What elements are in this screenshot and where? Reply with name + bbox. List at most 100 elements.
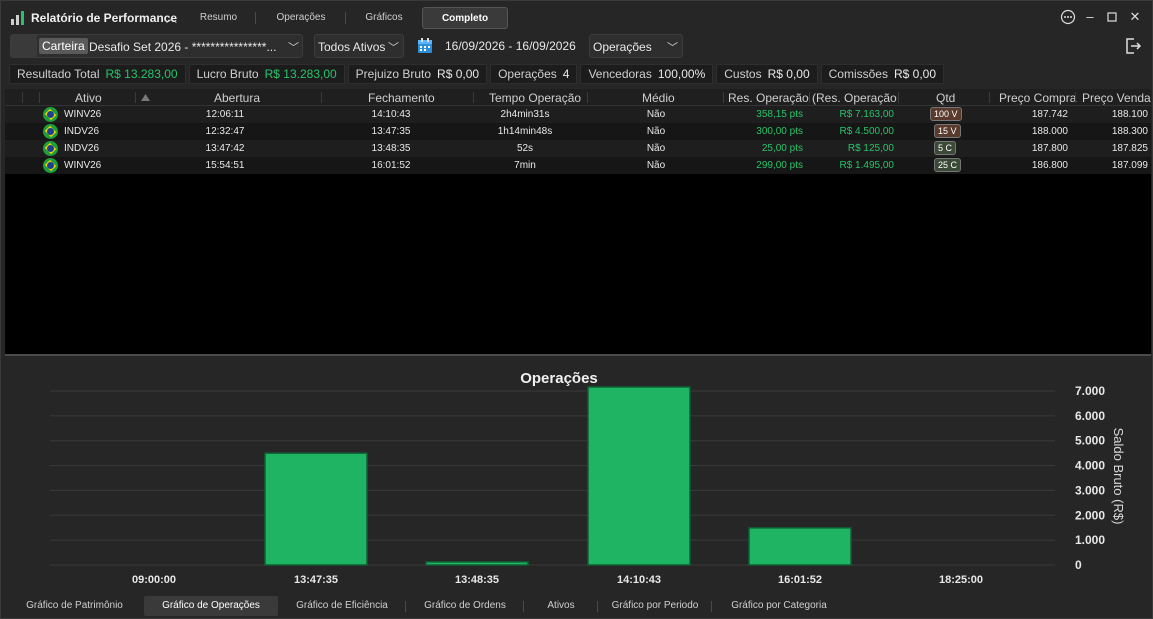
cell-ativo: WINV26 [64,109,102,120]
y-tick-label: 7.000 [1075,384,1105,398]
col-abertura[interactable]: Abertura [214,91,260,105]
cell-res-pts: 299,00 pts [756,160,803,171]
col-preco-venda[interactable]: Preço Venda [1082,91,1151,105]
stat-label: Vencedoras [588,67,652,81]
tab-completo[interactable]: Completo [422,7,508,29]
stat-label: Custos [724,67,762,81]
col-separator [321,92,322,103]
stat-label: Resultado Total [17,67,100,81]
col-separator [723,92,724,103]
bottom-tab-grafico-por-categoria[interactable]: Gráfico por Categoria [712,596,846,616]
chevron-up-icon[interactable]: ︿ [166,10,177,26]
bottom-tab-grafico-de-ordens[interactable]: Gráfico de Ordens [406,596,524,616]
top-tabs: Resumo Operações Gráficos Completo [181,7,508,29]
qtd-badge: 5 C [934,141,957,155]
bottom-tab-grafico-de-eficiencia[interactable]: Gráfico de Eficiência [278,596,406,616]
stat-value: R$ 0,00 [437,67,480,81]
col-separator [809,92,810,103]
col-qtd[interactable]: Qtd [936,91,955,105]
cell-preco-venda: 187.825 [1111,143,1148,154]
y-tick-label: 4.000 [1075,459,1105,473]
y-tick-label: 5.000 [1075,434,1105,448]
col-separator [22,92,23,103]
cell-tempo: 7min [514,160,536,171]
operations-table: Ativo Abertura Fechamento Tempo Operação… [5,89,1151,354]
minimize-icon[interactable]: – [1082,9,1098,25]
bottom-tab-ativos[interactable]: Ativos [524,596,598,616]
stat-comiss-es: Comissões R$ 0,00 [820,64,945,84]
bar-141043 [587,386,691,566]
stat-vencedoras: Vencedoras 100,00% [580,64,714,84]
cell-tempo: 52s [516,143,534,154]
date-range[interactable]: 16/09/2026 - 16/09/2026 [445,39,576,53]
stat-label: Lucro Bruto [196,67,259,81]
col-tempo[interactable]: Tempo Operação [489,91,581,105]
more-options-icon[interactable] [1060,9,1076,25]
cell-res-pts: 25,00 pts [761,143,803,154]
table-row[interactable]: WINV26 15:54:51 16:01:52 7min Não 299,00 pts R… [5,157,1151,174]
stat-value: R$ 13.283,00 [264,67,337,81]
brazil-flag-icon [43,158,58,173]
col-separator [898,92,899,103]
qtd-badge: 15 V [934,124,961,138]
col-fechamento[interactable]: Fechamento [368,91,435,105]
x-tick-label: 18:25:00 [939,574,983,586]
view-select[interactable]: Operações ﹀ [589,34,683,58]
cell-res-pts: 300,00 pts [756,126,803,137]
maximize-icon[interactable] [1104,9,1120,25]
qtd-badge: 100 V [930,107,962,121]
y-tick-label: 6.000 [1075,409,1105,423]
cell-res-brl: R$ 125,00 [847,143,894,154]
col-separator [989,92,990,103]
cell-fechamento: 14:10:43 [371,109,411,120]
close-icon[interactable]: ✕ [1127,9,1143,25]
carteira-value: Desafio Set 2026 - ****************... [89,40,277,54]
stat-value: R$ 0,00 [893,67,937,81]
cell-preco-compra: 187.800 [1031,143,1068,154]
x-tick-label: 09:00:00 [132,574,176,586]
y-axis-label: Saldo Bruto (R$) [1111,428,1126,525]
cell-preco-compra: 187.742 [1031,109,1068,120]
sort-asc-icon[interactable] [141,94,150,101]
stats-bar: Resultado Total R$ 13.283,00 Lucro Bruto R$… [9,64,945,84]
col-separator [587,92,588,103]
tab-graficos[interactable]: Gráficos [346,7,422,29]
export-icon[interactable] [1124,37,1142,55]
col-res-pts[interactable]: Res. Operação ( [728,91,816,105]
calendar-icon[interactable] [417,37,433,54]
cell-res-brl: R$ 1.495,00 [839,160,895,171]
stat-value: 4 [562,67,570,81]
cell-abertura: 12:32:47 [205,126,245,137]
cell-medio: Não [646,143,666,154]
stat-value: R$ 0,00 [767,67,810,81]
col-ativo[interactable]: Ativo [75,91,102,105]
col-medio[interactable]: Médio [642,91,675,105]
stat-label: Comissões [828,67,888,81]
carteira-select[interactable]: Carteira Desafio Set 2026 - ************… [10,34,303,58]
carteira-tag: Carteira [39,38,88,54]
ativos-select[interactable]: Todos Ativos ﹀ [314,34,404,58]
stat-label: Operações [498,67,557,81]
bottom-tab-grafico-por-periodo[interactable]: Gráfico por Periodo [598,596,712,616]
col-res-brl[interactable]: Res. Operação [816,91,897,105]
cell-abertura: 12:06:11 [205,109,245,120]
tab-operacoes[interactable]: Operações [256,7,346,29]
table-row[interactable]: WINV26 12:06:11 14:10:43 2h4min31s Não 358,15… [5,106,1151,123]
cell-preco-venda: 188.300 [1111,126,1148,137]
app-title: Relatório de Performance [31,11,178,25]
col-preco-compra[interactable]: Preço Compra [999,91,1076,105]
bar-134835 [425,561,529,566]
y-tick-label: 1.000 [1075,533,1105,547]
cell-res-pts: 358,15 pts [756,109,803,120]
chart-title: Operações [520,370,598,387]
bottom-tab-grafico-de-patrimonio[interactable]: Gráfico de Patrimônio [5,596,144,616]
bar-chart-logo-icon [11,11,24,25]
bottom-tab-grafico-de-operacoes[interactable]: Gráfico de Operações [144,596,278,616]
chevron-down-icon: ﹀ [388,42,399,54]
table-row[interactable]: INDV26 12:32:47 13:47:35 1h14min48s Não 300,0… [5,123,1151,140]
table-row[interactable]: INDV26 13:47:42 13:48:35 52s Não 25,00 pts R$ … [5,140,1151,157]
cell-abertura: 15:54:51 [205,160,245,171]
bar-160152 [748,527,852,566]
brazil-flag-icon [43,124,58,139]
tab-resumo[interactable]: Resumo [181,7,256,29]
